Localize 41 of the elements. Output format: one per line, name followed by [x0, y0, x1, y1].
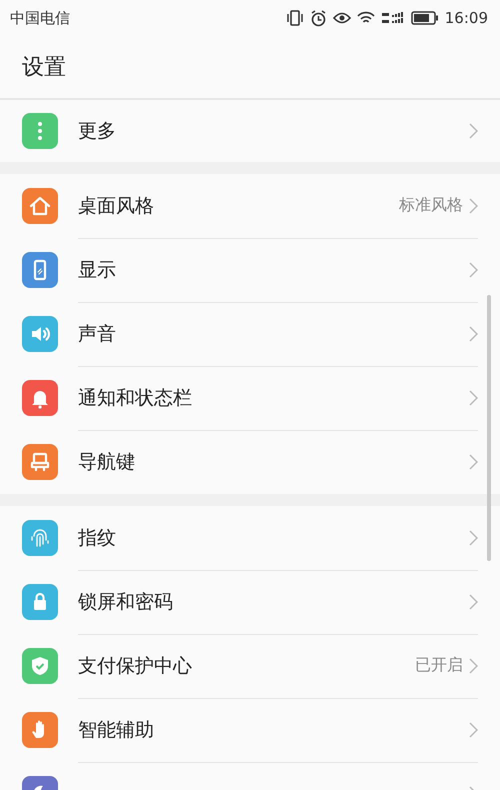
eye-icon	[332, 11, 351, 25]
wifi-icon	[356, 11, 375, 25]
chevron-icon	[469, 722, 478, 738]
chevron-icon	[469, 326, 478, 342]
settings-item[interactable]: 导航键	[0, 430, 500, 494]
settings-item[interactable]: 锁屏和密码	[0, 570, 500, 634]
chevron-icon	[469, 454, 478, 470]
item-label: 导航键	[78, 450, 136, 475]
settings-item[interactable]: 通知和状态栏	[0, 366, 500, 430]
settings-item[interactable]: 支付保护中心 已开启	[0, 634, 500, 698]
item-value: 已开启	[415, 655, 463, 676]
battery-icon	[410, 11, 439, 25]
settings-item[interactable]: 显示	[0, 238, 500, 302]
chevron-icon	[469, 530, 478, 546]
settings-item[interactable]: 指纹	[0, 506, 500, 570]
signal-icon	[380, 11, 405, 25]
chevron-icon	[469, 123, 478, 139]
item-label: 指纹	[78, 526, 117, 550]
chevron-icon	[469, 594, 478, 610]
alarm-icon	[310, 10, 327, 26]
item-label: 桌面风格	[78, 194, 155, 218]
page-title: 设置	[22, 54, 66, 82]
settings-item[interactable]: 更多	[0, 100, 500, 162]
item-label: 支付保护中心	[78, 654, 193, 678]
item-label: 锁屏和密码	[78, 590, 174, 614]
item-label: 声音	[78, 322, 117, 346]
settings-item[interactable]: 桌面风格 标准风格	[0, 174, 500, 238]
chevron-icon	[469, 262, 478, 278]
chevron-icon	[469, 658, 478, 674]
vibrate-icon	[286, 10, 304, 26]
carrier-name: 中国电信	[10, 8, 70, 28]
item-label: 更多	[78, 119, 117, 144]
settings-item[interactable]: 声音	[0, 302, 500, 366]
item-value: 标准风格	[399, 195, 463, 216]
clock-time: 16:09	[444, 9, 488, 27]
item-label: 智能辅助	[78, 718, 155, 742]
item-label: 通知和状态栏	[78, 386, 193, 410]
chevron-icon	[469, 198, 478, 214]
chevron-icon	[469, 390, 478, 406]
settings-item[interactable]: 智能辅助	[0, 698, 500, 762]
item-label: 显示	[78, 258, 117, 282]
